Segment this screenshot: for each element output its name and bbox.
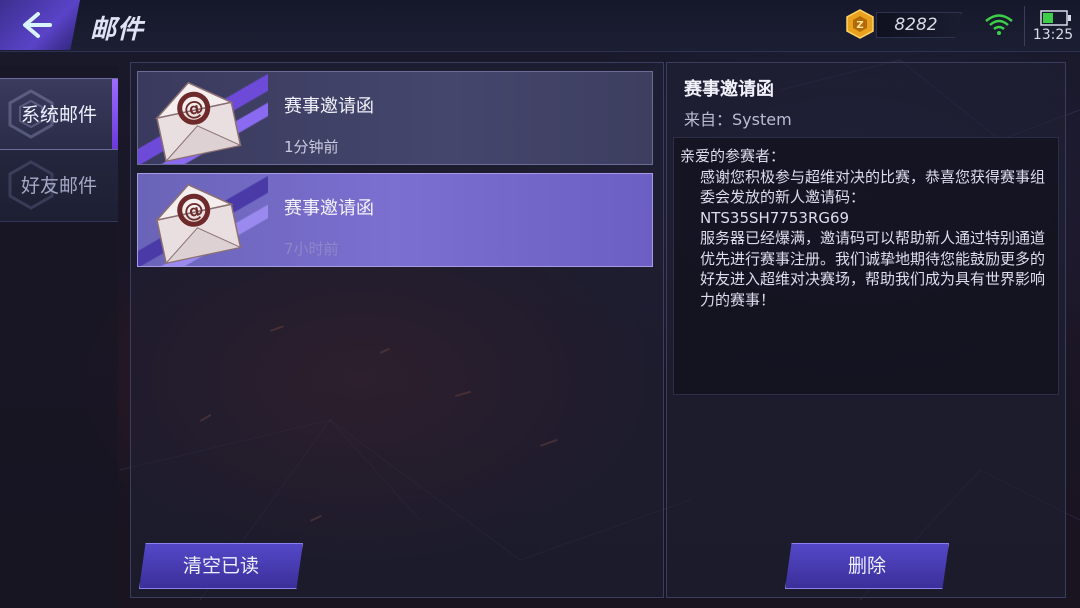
clock: 13:25 <box>1032 27 1074 43</box>
mail-list-item-selected[interactable]: @ 赛事邀请函 7小时前 <box>137 173 653 267</box>
battery-icon <box>1040 10 1071 26</box>
mail-body: 亲爱的参赛者： 感谢您积极参与超维对决的比赛，恭喜您获得赛事组委会发放的新人邀请… <box>673 137 1059 395</box>
detail-title: 赛事邀请函 <box>684 79 774 100</box>
tab-friend-mail[interactable]: 好友邮件 <box>0 150 118 222</box>
delete-button[interactable]: 删除 <box>785 543 949 589</box>
status-divider <box>1024 6 1025 46</box>
mail-category-tabs: 系统邮件 好友邮件 <box>0 66 118 608</box>
sender-name: System <box>732 110 792 129</box>
detail-sender: 来自：System <box>684 106 792 130</box>
tab-label: 系统邮件 <box>20 104 97 126</box>
svg-text:Z: Z <box>856 20 863 31</box>
mail-time: 7小时前 <box>284 240 339 258</box>
back-button[interactable] <box>0 0 80 50</box>
envelope-icon: @ <box>154 81 243 163</box>
gold-coin-icon: Z <box>846 9 874 39</box>
body-paragraph: 感谢您积极参与超维对决的比赛，恭喜您获得赛事组委会发放的新人邀请码： <box>700 167 1046 207</box>
tab-label: 好友邮件 <box>20 175 97 197</box>
body-paragraph: 服务器已经爆满，邀请码可以帮助新人通过特别通道优先进行赛事注册。我们诚挚地期待您… <box>700 229 1046 309</box>
envelope-icon: @ <box>154 183 243 265</box>
wifi-icon <box>985 14 1013 35</box>
mail-list-panel: @ 赛事邀请函 1分钟前 @ 赛事邀请函 7小时前 清空已读 <box>130 62 664 598</box>
coin-balance: 8282 <box>876 12 962 38</box>
mail-detail-panel: 赛事邀请函 来自：System 亲爱的参赛者： 感谢您积极参与超维对决的比赛，恭… <box>666 62 1066 598</box>
sender-label: 来自： <box>684 110 733 129</box>
mail-subject: 赛事邀请函 <box>284 96 374 117</box>
invite-code: NTS35SH7753RG69 <box>700 208 850 227</box>
mail-time: 1分钟前 <box>284 138 339 156</box>
body-greeting: 亲爱的参赛者： <box>680 147 786 165</box>
clear-read-button[interactable]: 清空已读 <box>139 543 303 589</box>
top-bar: 邮件 Z 8282 13:25 <box>0 0 1080 52</box>
mail-list-item[interactable]: @ 赛事邀请函 1分钟前 <box>137 71 653 165</box>
page-title: 邮件 <box>90 15 145 45</box>
tab-system-mail[interactable]: 系统邮件 <box>0 78 118 150</box>
back-arrow-icon <box>23 12 52 38</box>
mail-subject: 赛事邀请函 <box>284 198 374 219</box>
